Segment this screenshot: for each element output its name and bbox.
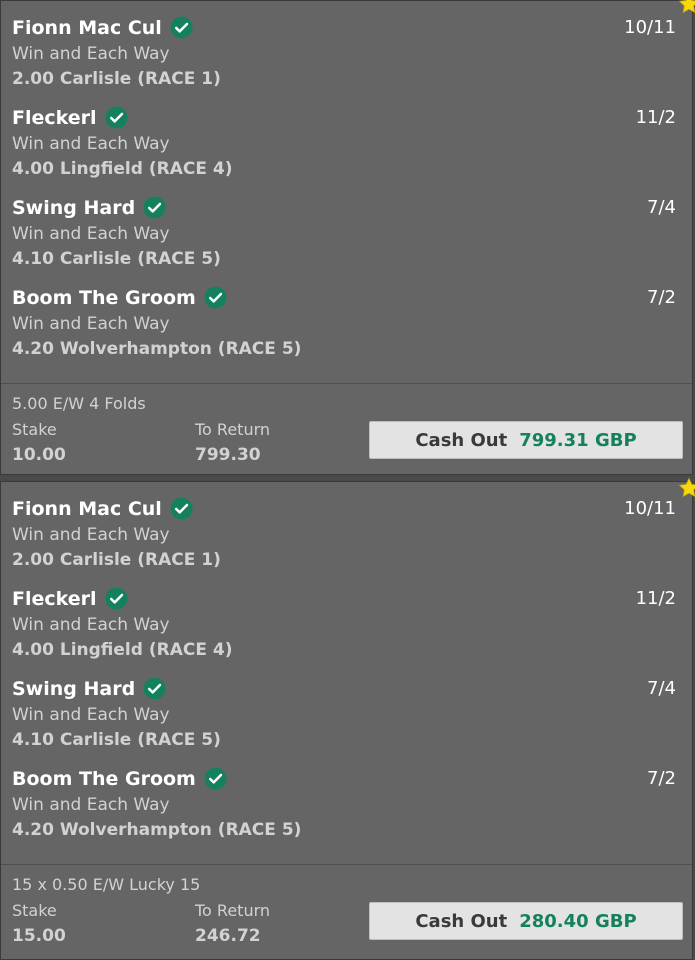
stake-label: Stake (12, 420, 57, 439)
selection-event: 4.00 Lingfield (RACE 4) (12, 159, 233, 179)
to-return-value: 246.72 (195, 926, 261, 946)
to-return-value: 799.30 (195, 445, 261, 465)
selection-name: Fionn Mac Cul (12, 497, 193, 520)
cash-out-amount: 280.40 GBP (519, 910, 637, 932)
selection-market: Win and Each Way (12, 134, 170, 154)
selection-row: Fleckerl 11/2 Win and Each Way 4.00 Ling… (1, 572, 692, 662)
selection-odds: 11/2 (635, 107, 676, 128)
stake-label: Stake (12, 901, 57, 920)
selection-name: Fionn Mac Cul (12, 16, 193, 39)
selection-odds: 7/4 (647, 678, 676, 699)
selection-odds: 10/11 (624, 498, 676, 519)
selection-event: 4.10 Carlisle (RACE 5) (12, 730, 221, 750)
selection-row: Fionn Mac Cul 10/11 Win and Each Way 2.0… (1, 482, 692, 572)
selection-row: Fionn Mac Cul 10/11 Win and Each Way 2.0… (1, 1, 692, 91)
bet-card: Fionn Mac Cul 10/11 Win and Each Way 2.0… (0, 477, 695, 960)
selection-odds: 11/2 (635, 588, 676, 609)
to-return-label: To Return (195, 901, 271, 920)
check-icon (170, 16, 193, 39)
check-icon (143, 196, 166, 219)
selection-market: Win and Each Way (12, 525, 170, 545)
to-return-label: To Return (195, 420, 271, 439)
bet-summary: 5.00 E/W 4 Folds Stake 10.00 To Return 7… (1, 383, 692, 476)
check-icon (143, 677, 166, 700)
selection-row: Swing Hard 7/4 Win and Each Way 4.10 Car… (1, 181, 692, 271)
selection-name: Swing Hard (12, 677, 166, 700)
selection-name: Swing Hard (12, 196, 166, 219)
selection-name: Fleckerl (12, 106, 128, 129)
selection-market: Win and Each Way (12, 615, 170, 635)
selection-market: Win and Each Way (12, 705, 170, 725)
selection-market: Win and Each Way (12, 224, 170, 244)
check-icon (170, 497, 193, 520)
cash-out-button[interactable]: Cash Out 799.31 GBP (369, 421, 683, 459)
bet-type: 15 x 0.50 E/W Lucky 15 (12, 875, 201, 894)
selection-row: Swing Hard 7/4 Win and Each Way 4.10 Car… (1, 662, 692, 752)
selection-row: Boom The Groom 7/2 Win and Each Way 4.20… (1, 752, 692, 842)
selection-name: Fleckerl (12, 587, 128, 610)
selection-event: 4.20 Wolverhampton (RACE 5) (12, 339, 302, 359)
bet-type: 5.00 E/W 4 Folds (12, 394, 146, 413)
check-icon (204, 286, 227, 309)
selection-event: 2.00 Carlisle (RACE 1) (12, 69, 221, 89)
selection-event: 4.10 Carlisle (RACE 5) (12, 249, 221, 269)
check-icon (204, 767, 227, 790)
cash-out-button[interactable]: Cash Out 280.40 GBP (369, 902, 683, 940)
cash-out-label: Cash Out (415, 429, 508, 451)
selection-market: Win and Each Way (12, 795, 170, 815)
selection-market: Win and Each Way (12, 44, 170, 64)
cash-out-amount: 799.31 GBP (519, 429, 637, 451)
selection-market: Win and Each Way (12, 314, 170, 334)
selection-odds: 7/2 (647, 768, 676, 789)
selection-row: Fleckerl 11/2 Win and Each Way 4.00 Ling… (1, 91, 692, 181)
check-icon (105, 106, 128, 129)
selection-name: Boom The Groom (12, 286, 227, 309)
selection-name: Boom The Groom (12, 767, 227, 790)
stake-value: 10.00 (12, 445, 66, 465)
selection-odds: 7/2 (647, 287, 676, 308)
selection-row: Boom The Groom 7/2 Win and Each Way 4.20… (1, 271, 692, 361)
selection-event: 4.20 Wolverhampton (RACE 5) (12, 820, 302, 840)
bet-card: Fionn Mac Cul 10/11 Win and Each Way 2.0… (0, 0, 695, 476)
selection-event: 2.00 Carlisle (RACE 1) (12, 550, 221, 570)
check-icon (105, 587, 128, 610)
selection-odds: 10/11 (624, 17, 676, 38)
selection-odds: 7/4 (647, 197, 676, 218)
selection-event: 4.00 Lingfield (RACE 4) (12, 640, 233, 660)
bet-summary: 15 x 0.50 E/W Lucky 15 Stake 15.00 To Re… (1, 864, 692, 957)
stake-value: 15.00 (12, 926, 66, 946)
cash-out-label: Cash Out (415, 910, 508, 932)
